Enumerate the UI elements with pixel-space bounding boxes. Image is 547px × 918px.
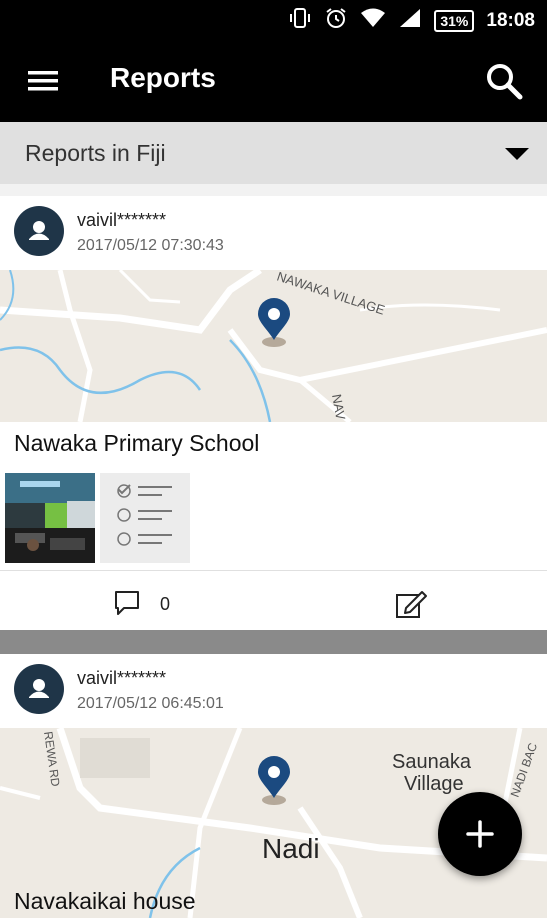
report-place: Navakaikai house: [14, 888, 196, 914]
wifi-icon: [360, 7, 386, 35]
app-bar: Reports: [0, 40, 547, 122]
report-place: Nawaka Primary School: [14, 430, 260, 456]
comment-icon[interactable]: [112, 588, 142, 618]
region-filter-label: Reports in Fiji: [25, 140, 166, 166]
report-map[interactable]: NAWAKA VILLAGE NAV: [0, 270, 547, 422]
status-time: 18:08: [486, 10, 535, 31]
person-icon: [29, 679, 49, 698]
map-label: Nadi: [262, 833, 320, 864]
map-label: Saunaka: [392, 751, 472, 773]
report-user: vaivil*******: [77, 668, 167, 688]
comment-count: 0: [160, 594, 171, 614]
report-timestamp: 2017/05/12 07:30:43: [77, 237, 224, 254]
divider: [0, 570, 547, 571]
search-icon[interactable]: [483, 60, 525, 102]
add-report-button[interactable]: [438, 792, 522, 876]
report-user: vaivil*******: [77, 210, 167, 230]
avatar: [14, 206, 64, 256]
card-separator: [0, 630, 547, 654]
menu-icon[interactable]: [26, 66, 60, 96]
plus-icon: [466, 820, 494, 848]
checklist-icon[interactable]: [100, 473, 190, 563]
photo-thumbnail[interactable]: [5, 473, 95, 563]
chevron-down-icon: [505, 148, 529, 160]
status-bar: 31% 18:08: [0, 0, 547, 40]
battery-indicator: 31%: [434, 10, 475, 32]
edit-icon[interactable]: [394, 588, 428, 620]
vibrate-icon: [288, 7, 312, 35]
region-filter-dropdown[interactable]: Reports in Fiji: [0, 122, 547, 184]
report-card[interactable]: vaivil******* 2017/05/12 07:30:43 NAWAKA…: [0, 196, 547, 630]
report-timestamp: 2017/05/12 06:45:01: [77, 695, 224, 712]
avatar: [14, 664, 64, 714]
person-icon: [29, 221, 49, 240]
page-title: Reports: [110, 62, 216, 93]
alarm-icon: [324, 6, 348, 36]
signal-icon: [398, 7, 422, 35]
